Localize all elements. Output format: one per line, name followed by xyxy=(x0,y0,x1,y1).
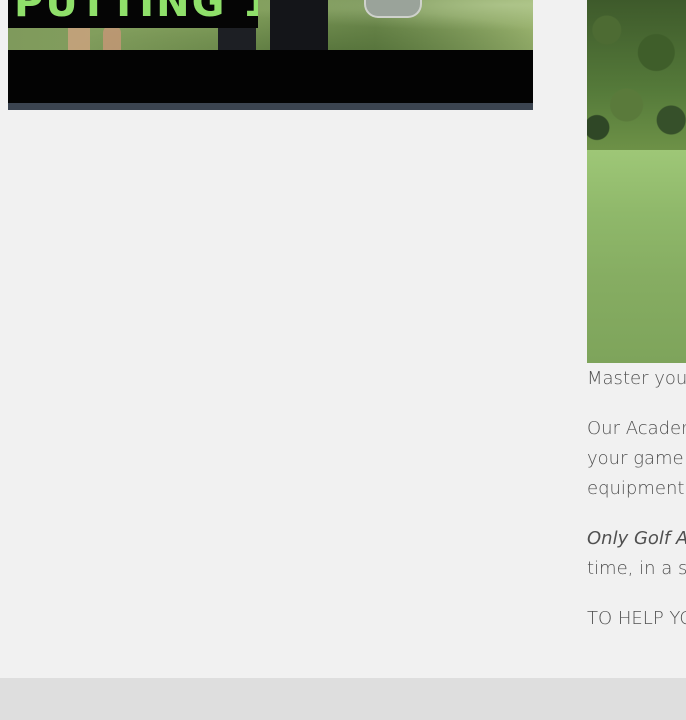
video-title-plate: PUTTING 101 xyxy=(8,0,258,28)
page: PUTTING 101 Master your Our Acaden your … xyxy=(0,0,686,720)
player-leg xyxy=(103,25,121,50)
article-line: TO HELP YC xyxy=(587,608,686,629)
video-progress-bar[interactable] xyxy=(8,103,533,110)
trees-background xyxy=(587,0,686,150)
putter-icon xyxy=(364,0,422,18)
article-column: Master your Our Acaden your game. V equi… xyxy=(587,0,686,678)
article-line-italic: Only Golf A xyxy=(587,528,686,549)
article-line: Our Acaden xyxy=(587,418,686,439)
article-line: your game. V xyxy=(587,448,686,469)
turf-foreground xyxy=(587,150,686,363)
video-player[interactable]: PUTTING 101 xyxy=(8,0,533,110)
article-line: time, in a se xyxy=(587,558,686,579)
golf-course-photo xyxy=(587,0,686,363)
video-letterbox xyxy=(8,50,533,103)
video-title: PUTTING 101 xyxy=(14,0,258,26)
video-thumbnail[interactable]: PUTTING 101 xyxy=(8,0,533,50)
player-figure xyxy=(270,0,328,50)
article-line: equipment, xyxy=(587,478,686,499)
article-line: Master your xyxy=(587,368,686,389)
footer-band xyxy=(0,678,686,720)
